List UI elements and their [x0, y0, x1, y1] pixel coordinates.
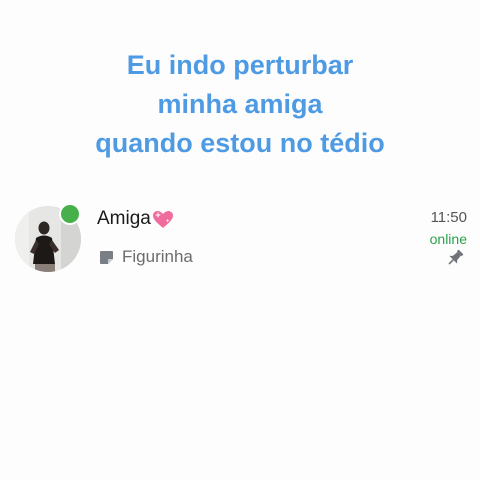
- online-indicator-dot: [59, 203, 81, 225]
- caption-line-1: Eu indo perturbar: [126, 50, 354, 80]
- chat-list-item[interactable]: Amiga Figurinha 11:50 online: [0, 196, 480, 282]
- message-preview-line: Figurinha: [99, 247, 193, 267]
- message-time: 11:50: [430, 209, 467, 226]
- message-preview-text: Figurinha: [122, 247, 193, 266]
- heart-icon: [152, 210, 173, 228]
- avatar-container[interactable]: [15, 203, 81, 272]
- sticker-icon: [100, 250, 113, 264]
- meme-caption: Eu indo perturbar minha amiga quando est…: [0, 46, 480, 163]
- pin-icon: [448, 249, 464, 265]
- online-status-text: online: [429, 231, 467, 247]
- caption-line-3: quando estou no tédio: [95, 128, 385, 158]
- contact-name: Amiga: [97, 208, 151, 229]
- caption-line-2: minha amiga: [157, 89, 323, 119]
- contact-name-line: Amiga: [97, 208, 174, 230]
- chat-list-screen: Eu indo perturbar minha amiga quando est…: [0, 0, 480, 480]
